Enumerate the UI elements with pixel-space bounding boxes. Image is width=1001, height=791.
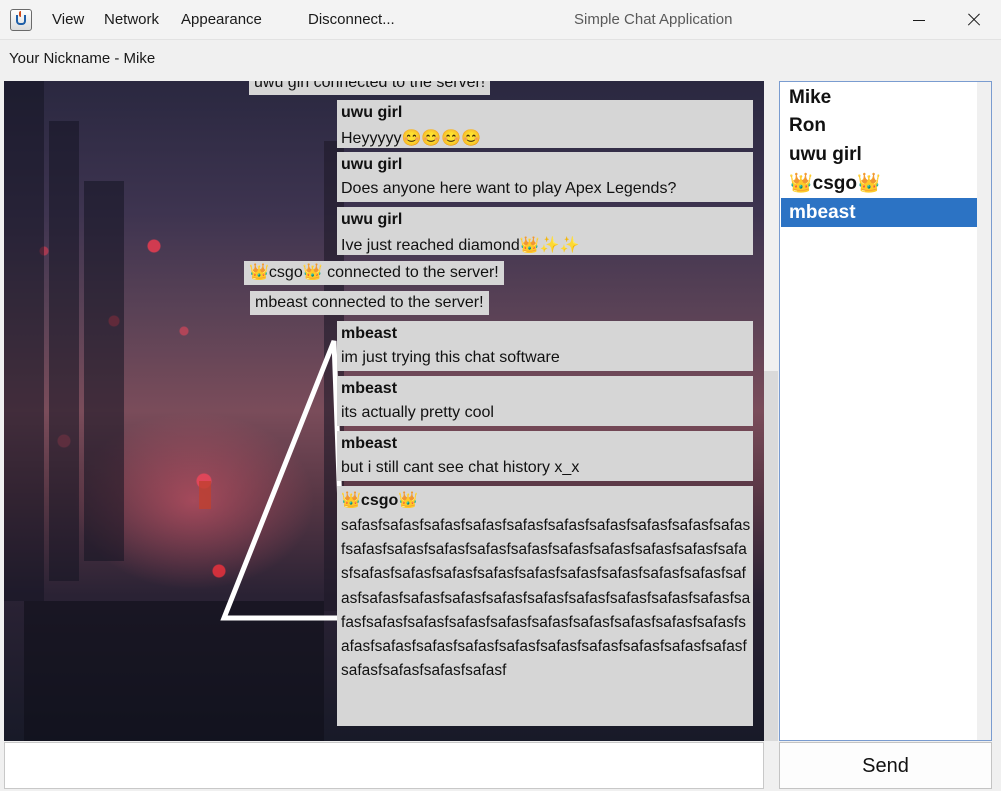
java-app-icon [10, 9, 32, 31]
menu-view[interactable]: View [52, 11, 84, 28]
close-button[interactable] [948, 0, 998, 40]
chat-message: uwu girl Does anyone here want to play A… [337, 152, 753, 202]
message-sender: 👑csgo👑 [341, 492, 419, 509]
user-list-item[interactable]: Ron [781, 111, 977, 140]
chat-message: uwu girl Heyyyyy😊😊😊😊 [337, 100, 753, 148]
nickname-label: Your Nickname - Mike [9, 50, 156, 67]
message-text: Heyyyyy😊😊😊😊 [341, 130, 482, 147]
window-title: Simple Chat Application [574, 11, 733, 28]
system-message: 👑csgo👑 connected to the server! [244, 261, 504, 285]
message-sender: mbeast [341, 325, 398, 342]
message-sender: uwu girl [341, 156, 403, 173]
user-list-scrollbar[interactable] [977, 82, 991, 740]
chat-message: mbeast its actually pretty cool [337, 376, 753, 426]
input-scrollbar [764, 742, 778, 789]
system-message: mbeast connected to the server! [250, 291, 489, 315]
user-list-item[interactable]: Mike [781, 83, 977, 112]
menu-network[interactable]: Network [104, 11, 159, 28]
chat-scroll-thumb[interactable] [764, 371, 778, 741]
user-list-item[interactable]: uwu girl [781, 140, 977, 169]
chat-history-pane[interactable]: uwu girl connected to the server! uwu gi… [4, 81, 764, 741]
chat-message: 👑csgo👑 safasfsafasfsafasfsafasfsafasfsaf… [337, 486, 753, 726]
menu-appearance[interactable]: Appearance [181, 11, 262, 28]
title-bar: View Network Appearance Disconnect... Si… [0, 0, 1001, 40]
minimize-button[interactable] [894, 0, 944, 40]
message-sender: uwu girl [341, 211, 403, 228]
message-text: Does anyone here want to play Apex Legen… [341, 180, 677, 197]
chat-message: mbeast but i still cant see chat history… [337, 431, 753, 481]
chat-scrollbar[interactable] [764, 81, 778, 741]
message-text: Ive just reached diamond👑✨✨ [341, 237, 580, 254]
message-sender: mbeast [341, 435, 398, 452]
chat-message: mbeast im just trying this chat software [337, 321, 753, 371]
send-button[interactable]: Send [779, 742, 992, 789]
user-list-item[interactable]: 👑csgo👑 [781, 169, 977, 198]
menu-disconnect[interactable]: Disconnect... [308, 11, 395, 28]
minimize-icon [913, 20, 925, 21]
message-text: but i still cant see chat history x_x [341, 459, 580, 476]
message-text: safasfsafasfsafasfsafasfsafasfsafasfsafa… [341, 517, 751, 680]
system-message: uwu girl connected to the server! [249, 81, 491, 95]
chat-message: uwu girl Ive just reached diamond👑✨✨ [337, 207, 753, 255]
user-list[interactable]: Mike Ron uwu girl 👑csgo👑 mbeast [779, 81, 992, 741]
message-sender: mbeast [341, 380, 398, 397]
message-text: im just trying this chat software [341, 349, 560, 366]
message-input[interactable] [4, 742, 764, 789]
user-list-item-selected[interactable]: mbeast [781, 198, 977, 227]
message-sender: uwu girl [341, 104, 403, 121]
message-text: its actually pretty cool [341, 404, 494, 421]
